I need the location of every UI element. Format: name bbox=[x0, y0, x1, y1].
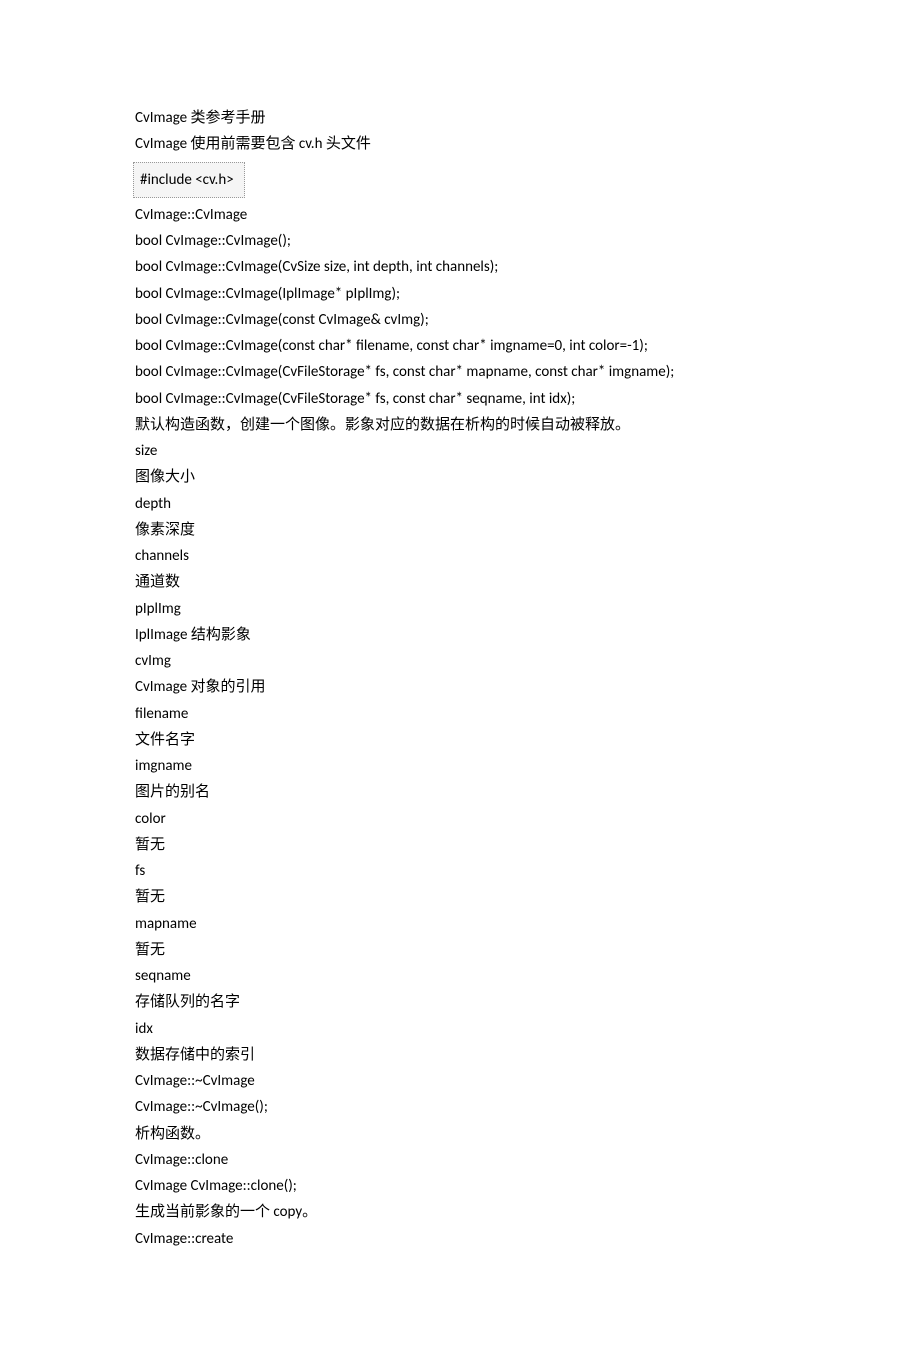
dtor-description: 析构函数。 bbox=[135, 1121, 790, 1147]
include-code-box: #include <cv.h> bbox=[133, 162, 245, 198]
param-name: channels bbox=[135, 543, 790, 569]
dtor-heading: CvImage::~CvImage bbox=[135, 1068, 790, 1094]
clone-description: 生成当前影象的一个 copy。 bbox=[135, 1199, 790, 1225]
param-desc: 文件名字 bbox=[135, 727, 790, 753]
ctor-signature: bool CvImage::CvImage(); bbox=[135, 228, 790, 254]
param-name: filename bbox=[135, 701, 790, 727]
intro-text: CvImage 使用前需要包含 cv.h 头文件 bbox=[135, 131, 790, 157]
ctor-signature: bool CvImage::CvImage(CvFileStorage* fs,… bbox=[135, 386, 790, 412]
include-code: #include <cv.h> bbox=[140, 171, 234, 189]
ctor-signature: bool CvImage::CvImage(CvFileStorage* fs,… bbox=[135, 359, 790, 385]
clone-signature: CvImage CvImage::clone(); bbox=[135, 1173, 790, 1199]
dtor-signature: CvImage::~CvImage(); bbox=[135, 1094, 790, 1120]
param-desc: 数据存储中的索引 bbox=[135, 1042, 790, 1068]
page-title: CvImage 类参考手册 bbox=[135, 105, 790, 131]
param-desc: CvImage 对象的引用 bbox=[135, 674, 790, 700]
param-desc: 暂无 bbox=[135, 832, 790, 858]
param-desc: 暂无 bbox=[135, 884, 790, 910]
param-name: color bbox=[135, 806, 790, 832]
param-desc: 图像大小 bbox=[135, 464, 790, 490]
create-heading: CvImage::create bbox=[135, 1226, 790, 1252]
ctor-signature: bool CvImage::CvImage(IplImage* pIplImg)… bbox=[135, 281, 790, 307]
param-desc: 图片的别名 bbox=[135, 779, 790, 805]
param-desc: 存储队列的名字 bbox=[135, 989, 790, 1015]
clone-heading: CvImage::clone bbox=[135, 1147, 790, 1173]
param-name: depth bbox=[135, 491, 790, 517]
param-desc: 暂无 bbox=[135, 937, 790, 963]
param-name: size bbox=[135, 438, 790, 464]
param-desc: IplImage 结构影象 bbox=[135, 622, 790, 648]
param-name: idx bbox=[135, 1016, 790, 1042]
ctor-signature: bool CvImage::CvImage(CvSize size, int d… bbox=[135, 254, 790, 280]
param-name: fs bbox=[135, 858, 790, 884]
param-name: cvImg bbox=[135, 648, 790, 674]
ctor-signature: bool CvImage::CvImage(const char* filena… bbox=[135, 333, 790, 359]
document-page: CvImage 类参考手册 CvImage 使用前需要包含 cv.h 头文件 #… bbox=[0, 0, 920, 1352]
ctor-heading: CvImage::CvImage bbox=[135, 202, 790, 228]
ctor-signature: bool CvImage::CvImage(const CvImage& cvI… bbox=[135, 307, 790, 333]
ctor-description: 默认构造函数，创建一个图像。影象对应的数据在析构的时候自动被释放。 bbox=[135, 412, 790, 438]
param-name: mapname bbox=[135, 911, 790, 937]
param-desc: 像素深度 bbox=[135, 517, 790, 543]
param-name: imgname bbox=[135, 753, 790, 779]
param-desc: 通道数 bbox=[135, 569, 790, 595]
param-name: pIplImg bbox=[135, 596, 790, 622]
param-name: seqname bbox=[135, 963, 790, 989]
